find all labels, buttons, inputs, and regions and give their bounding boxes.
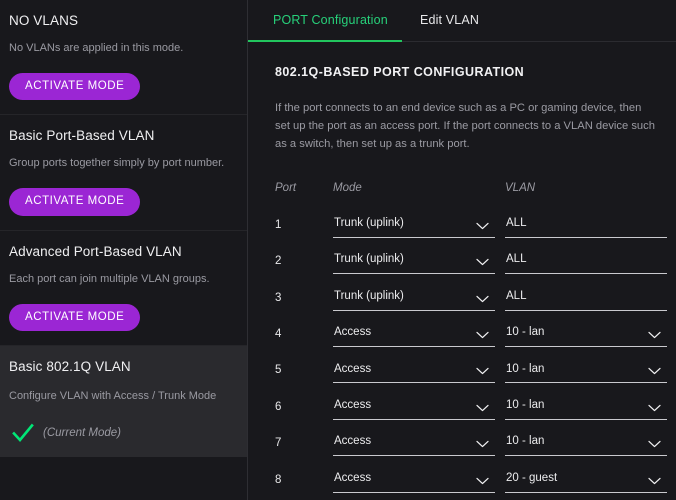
section-title: 802.1Q-BASED PORT CONFIGURATION — [275, 65, 525, 79]
vlan-field: ALL — [505, 252, 667, 275]
mode-value: Trunk (uplink) — [334, 217, 404, 230]
vlan-field[interactable]: 10 - lan — [505, 325, 667, 347]
check-icon — [12, 423, 34, 442]
mode-dropdown[interactable]: Access — [333, 325, 495, 347]
mode-card-advanced-port-based-vlan[interactable]: Advanced Port-Based VLAN Each port can j… — [0, 230, 247, 347]
vlan-mode-sidebar: NO VLANS No VLANs are applied in this mo… — [0, 0, 248, 500]
mode-card-basic-port-based-vlan[interactable]: Basic Port-Based VLAN Group ports togeth… — [0, 115, 247, 231]
vlan-value: ALL — [506, 217, 527, 230]
table-row-port-4: 4 Access 10 - lan — [275, 311, 675, 347]
mode-description: Each port can join multiple VLAN groups. — [9, 272, 210, 285]
chevron-down-icon — [476, 368, 489, 375]
section-description: If the port connects to an end device su… — [275, 102, 655, 151]
chevron-down-icon — [476, 331, 489, 339]
mode-description: No VLANs are applied in this mode. — [9, 42, 184, 54]
vlan-value: 10 - lan — [506, 326, 545, 339]
current-mode-indicator: (Current Mode) — [9, 423, 238, 443]
mode-title: Advanced Port-Based VLAN — [9, 243, 182, 259]
chevron-down-icon — [476, 295, 489, 302]
mode-dropdown[interactable]: Trunk (uplink) — [333, 289, 495, 311]
chevron-down-icon — [648, 477, 661, 484]
vlan-configuration-screen: NO VLANS No VLANs are applied in this mo… — [0, 0, 676, 500]
port-configuration-content: 802.1Q-BASED PORT CONFIGURATION If the p… — [248, 42, 676, 493]
activate-mode-button-no-vlans[interactable]: ACTIVATE MODE — [9, 72, 141, 101]
chevron-down-icon — [648, 368, 661, 375]
column-header-vlan: VLAN — [505, 182, 536, 195]
chevron-down-icon — [648, 404, 661, 411]
active-tab-underline — [248, 40, 402, 42]
mode-title: Basic Port-Based VLAN — [9, 128, 155, 144]
mode-value: Access — [334, 362, 372, 375]
mode-value: Trunk (uplink) — [334, 253, 404, 266]
vlan-value: 10 - lan — [506, 362, 545, 375]
port-number: 8 — [275, 473, 282, 486]
tab-edit-vlan[interactable]: Edit VLAN — [420, 13, 479, 27]
vlan-field[interactable]: 10 - lan — [505, 398, 667, 420]
tab-bar: PORT Configuration Edit VLAN — [248, 0, 676, 42]
tab-port-configuration[interactable]: PORT Configuration — [273, 13, 388, 27]
mode-description: Group ports together simply by port numb… — [9, 157, 225, 170]
mode-card-no-vlans[interactable]: NO VLANS No VLANs are applied in this mo… — [0, 0, 247, 116]
table-header-row: Port Mode VLAN — [275, 175, 675, 201]
table-rows-container: 1 Trunk (uplink) ALL 2 Trunk (uplink) AL… — [275, 201, 675, 493]
activate-mode-button-advanced-port-based[interactable]: ACTIVATE MODE — [9, 303, 141, 332]
mode-title: Basic 802.1Q VLAN — [9, 359, 131, 375]
mode-card-basic-8021q-vlan[interactable]: Basic 802.1Q VLAN Configure VLAN with Ac… — [0, 346, 247, 457]
table-row-port-5: 5 Access 10 - lan — [275, 347, 675, 384]
port-number: 2 — [275, 255, 282, 268]
chevron-down-icon — [476, 258, 489, 266]
activate-mode-button-basic-port-based[interactable]: ACTIVATE MODE — [9, 188, 141, 216]
column-header-mode: Mode — [333, 182, 362, 195]
vlan-field: ALL — [505, 216, 667, 238]
port-number: 1 — [275, 218, 282, 231]
vlan-field[interactable]: 10 - lan — [505, 434, 667, 457]
vlan-value: 10 - lan — [506, 399, 545, 412]
chevron-down-icon — [648, 440, 661, 448]
chevron-down-icon — [476, 477, 489, 484]
chevron-down-icon — [476, 440, 489, 448]
table-row-port-1: 1 Trunk (uplink) ALL — [275, 201, 675, 238]
vlan-field[interactable]: 20 - guest — [505, 471, 667, 493]
mode-dropdown[interactable]: Access — [333, 434, 495, 457]
mode-dropdown[interactable]: Access — [333, 398, 495, 420]
mode-dropdown[interactable]: Trunk (uplink) — [333, 216, 495, 238]
vlan-value: 10 - lan — [506, 435, 545, 448]
mode-value: Trunk (uplink) — [334, 289, 404, 302]
vlan-value: ALL — [506, 253, 527, 266]
mode-dropdown[interactable]: Trunk (uplink) — [333, 252, 495, 275]
mode-description: Configure VLAN with Access / Trunk Mode — [9, 390, 217, 403]
mode-dropdown[interactable]: Access — [333, 361, 495, 384]
table-row-port-7: 7 Access 10 - lan — [275, 420, 675, 457]
mode-value: Access — [334, 326, 372, 339]
column-header-port: Port — [275, 182, 297, 195]
vlan-field[interactable]: 10 - lan — [505, 361, 667, 384]
mode-value: Access — [334, 435, 372, 448]
vlan-value: 20 - guest — [506, 471, 558, 484]
table-row-port-8: 8 Access 20 - guest — [275, 456, 675, 493]
vlan-field: ALL — [505, 289, 667, 311]
port-number: 7 — [275, 437, 282, 450]
mode-title: NO VLANS — [9, 13, 79, 28]
port-configuration-table: Port Mode VLAN 1 Trunk (uplink) ALL 2 Tr… — [275, 175, 675, 493]
mode-value: Access — [334, 399, 372, 412]
vlan-value: ALL — [506, 289, 527, 302]
table-row-port-6: 6 Access 10 - lan — [275, 383, 675, 420]
table-row-port-2: 2 Trunk (uplink) ALL — [275, 238, 675, 275]
chevron-down-icon — [476, 404, 489, 411]
chevron-down-icon — [648, 331, 661, 339]
port-number: 3 — [275, 291, 282, 304]
mode-value: Access — [334, 471, 372, 484]
chevron-down-icon — [476, 222, 489, 230]
current-mode-label: (Current Mode) — [43, 426, 121, 439]
port-number: 6 — [275, 400, 282, 413]
port-number: 5 — [275, 364, 282, 377]
main-panel: PORT Configuration Edit VLAN 802.1Q-BASE… — [248, 0, 676, 500]
port-number: 4 — [275, 327, 282, 340]
table-row-port-3: 3 Trunk (uplink) ALL — [275, 274, 675, 311]
mode-dropdown[interactable]: Access — [333, 471, 495, 493]
